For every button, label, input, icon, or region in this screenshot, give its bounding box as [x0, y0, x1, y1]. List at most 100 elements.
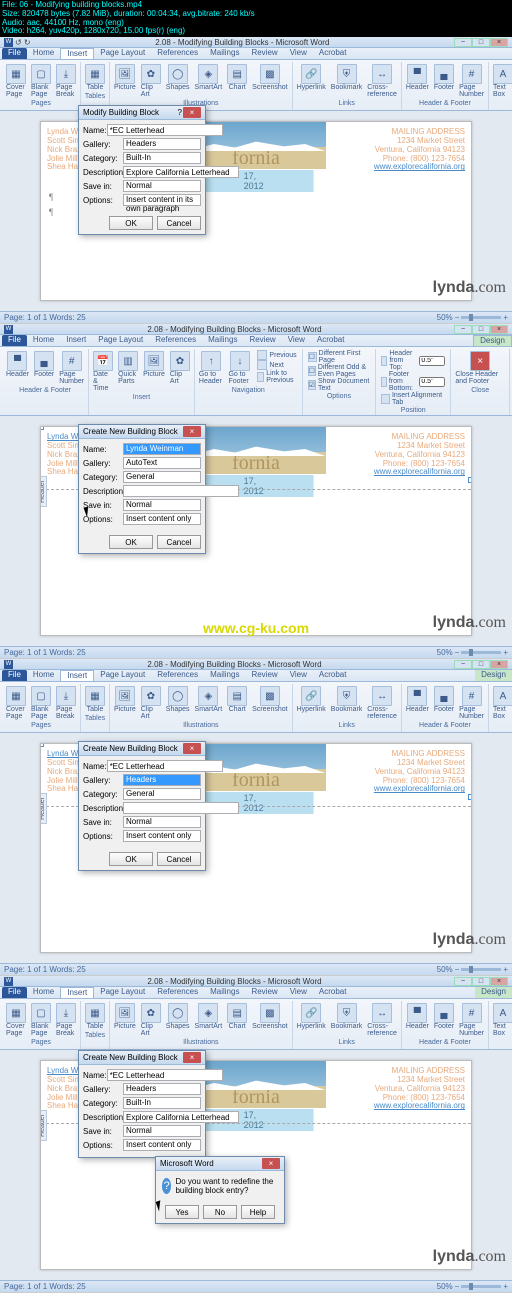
tab-references[interactable]: References	[151, 670, 204, 681]
tab-review[interactable]: Review	[245, 670, 283, 681]
hf-quick-button[interactable]: ▥Quick Parts	[117, 350, 139, 393]
table-button[interactable]: ▦Table	[84, 685, 106, 714]
dialog-close-button[interactable]: ×	[262, 1158, 280, 1169]
hf-picture-button[interactable]: 🖼Picture	[142, 350, 166, 393]
tab-insert[interactable]: Insert	[60, 670, 94, 681]
tab-references[interactable]: References	[151, 48, 204, 59]
pagenumber-button[interactable]: #Page Number	[458, 63, 485, 99]
screenshot-button[interactable]: ▩Screenshot	[251, 1002, 288, 1038]
maximize-button[interactable]: □	[472, 325, 490, 334]
savein-select[interactable]: Normal	[123, 499, 201, 511]
tab-review[interactable]: Review	[245, 48, 283, 59]
dialog-help-button[interactable]: ?	[178, 108, 182, 117]
tab-view[interactable]: View	[284, 670, 313, 681]
tab-file[interactable]: File	[2, 335, 27, 346]
table-button[interactable]: ▦Table	[84, 1002, 106, 1031]
tab-home[interactable]: Home	[27, 987, 60, 998]
close-button[interactable]: ×	[490, 325, 508, 334]
tab-pagelayout[interactable]: Page Layout	[94, 48, 151, 59]
tab-view[interactable]: View	[282, 335, 311, 346]
selection-handle[interactable]	[40, 743, 44, 747]
bookmark-button[interactable]: ⛨Bookmark	[330, 685, 364, 721]
selection-handle[interactable]	[40, 426, 44, 430]
tab-insert[interactable]: Insert	[60, 987, 94, 998]
clipart-button[interactable]: ✿Clip Art	[140, 63, 162, 99]
hf-date-button[interactable]: 📅Date & Time	[92, 350, 114, 393]
chart-button[interactable]: ▤Chart	[226, 1002, 248, 1038]
bookmark-button[interactable]: ⛨Bookmark	[330, 1002, 364, 1038]
footer-button[interactable]: ▄Footer	[433, 685, 455, 721]
tab-home[interactable]: Home	[27, 335, 60, 346]
no-button[interactable]: No	[203, 1205, 237, 1219]
category-select[interactable]: Built-In	[123, 1097, 201, 1109]
align-tab-button[interactable]: Insert Alignment Tab	[379, 392, 447, 406]
ok-button[interactable]: OK	[109, 852, 153, 866]
crossref-button[interactable]: ↔Cross-reference	[366, 1002, 398, 1038]
savein-select[interactable]: Normal	[123, 180, 201, 192]
page-break-button[interactable]: ⤓Page Break	[55, 685, 77, 721]
goto-footer-button[interactable]: ↓Go to Footer	[227, 350, 252, 386]
smartart-button[interactable]: ◈SmartArt	[194, 685, 224, 721]
smartart-button[interactable]: ◈SmartArt	[194, 1002, 224, 1038]
ok-button[interactable]: OK	[109, 216, 153, 230]
hyperlink-button[interactable]: 🔗Hyperlink	[296, 63, 327, 99]
maximize-button[interactable]: □	[472, 977, 490, 986]
tab-mailings[interactable]: Mailings	[204, 987, 245, 998]
textbox-button[interactable]: AText Box	[492, 685, 512, 723]
chart-button[interactable]: ▤Chart	[226, 63, 248, 99]
name-input[interactable]	[107, 760, 223, 772]
cover-page-button[interactable]: ▦Cover Page	[5, 685, 27, 721]
description-input[interactable]	[123, 802, 239, 814]
header-button[interactable]: ▀Header	[405, 63, 430, 99]
help-button[interactable]: Help	[241, 1205, 275, 1219]
tab-view[interactable]: View	[284, 987, 313, 998]
tab-review[interactable]: Review	[243, 335, 281, 346]
tab-design[interactable]: Design	[475, 987, 512, 998]
page-break-button[interactable]: ⤓Page Break	[55, 1002, 77, 1038]
hf-pagenum-button[interactable]: #Page Number	[58, 350, 85, 386]
description-input[interactable]	[123, 1111, 239, 1123]
savein-select[interactable]: Normal	[123, 816, 201, 828]
bookmark-button[interactable]: ⛨Bookmark	[330, 63, 364, 99]
name-input[interactable]: Lynda Weinman	[123, 443, 201, 455]
document-area-2[interactable]: Lynda Weinman Scott Simpson Nick Brazzi …	[0, 416, 512, 646]
tab-mailings[interactable]: Mailings	[202, 335, 243, 346]
gallery-select[interactable]: Headers	[123, 774, 201, 786]
name-input[interactable]	[107, 124, 223, 136]
options-select[interactable]: Insert content only	[123, 830, 201, 842]
document-area-3[interactable]: Lynda WeinmanScott SimpsonNick BrazziJol…	[0, 733, 512, 963]
tab-mailings[interactable]: Mailings	[204, 670, 245, 681]
clipart-button[interactable]: ✿Clip Art	[140, 1002, 162, 1038]
tab-pagelayout[interactable]: Page Layout	[94, 987, 151, 998]
next-button[interactable]: Next	[255, 360, 298, 370]
shapes-button[interactable]: ◯Shapes	[165, 685, 191, 721]
ok-button[interactable]: OK	[109, 535, 153, 549]
qat[interactable]: ↺ ↻	[15, 38, 31, 47]
blank-page-button[interactable]: ▢Blank Page	[30, 685, 52, 721]
minimize-button[interactable]: −	[454, 660, 472, 669]
hyperlink-button[interactable]: 🔗Hyperlink	[296, 1002, 327, 1038]
blank-page-button[interactable]: ▢Blank Page	[30, 63, 52, 99]
zoom-control[interactable]: 50%−+	[437, 648, 508, 657]
savein-select[interactable]: Normal	[123, 1125, 201, 1137]
hf-header-button[interactable]: ▀Header	[5, 350, 30, 386]
tab-acrobat[interactable]: Acrobat	[313, 48, 353, 59]
document-area-4[interactable]: Lynda WeinmanScott SimpsonNick BrazziJol…	[0, 1050, 512, 1280]
tab-file[interactable]: File	[2, 48, 27, 59]
close-hf-button[interactable]: ×Close Header and Footer	[454, 350, 506, 386]
dialog-close-button[interactable]: ×	[183, 107, 201, 118]
tab-insert[interactable]: Insert	[60, 48, 94, 59]
textbox-button[interactable]: AText Box	[492, 63, 512, 101]
screenshot-button[interactable]: ▩Screenshot	[251, 685, 288, 721]
document-area-1[interactable]: Lynda Weinman Scott Simpson Nick Brazzi …	[0, 111, 512, 311]
header-button[interactable]: ▀Header	[405, 685, 430, 721]
pagenumber-button[interactable]: #Page Number	[458, 685, 485, 721]
tab-acrobat[interactable]: Acrobat	[311, 335, 351, 346]
tab-home[interactable]: Home	[27, 48, 60, 59]
tab-view[interactable]: View	[284, 48, 313, 59]
options-select[interactable]: Insert content only	[123, 1139, 201, 1151]
textbox-button[interactable]: AText Box	[492, 1002, 512, 1040]
table-button[interactable]: ▦Table	[84, 63, 106, 92]
footer-bottom-spinner[interactable]: Footer from Bottom:	[379, 371, 447, 392]
minimize-button[interactable]: −	[454, 38, 472, 47]
